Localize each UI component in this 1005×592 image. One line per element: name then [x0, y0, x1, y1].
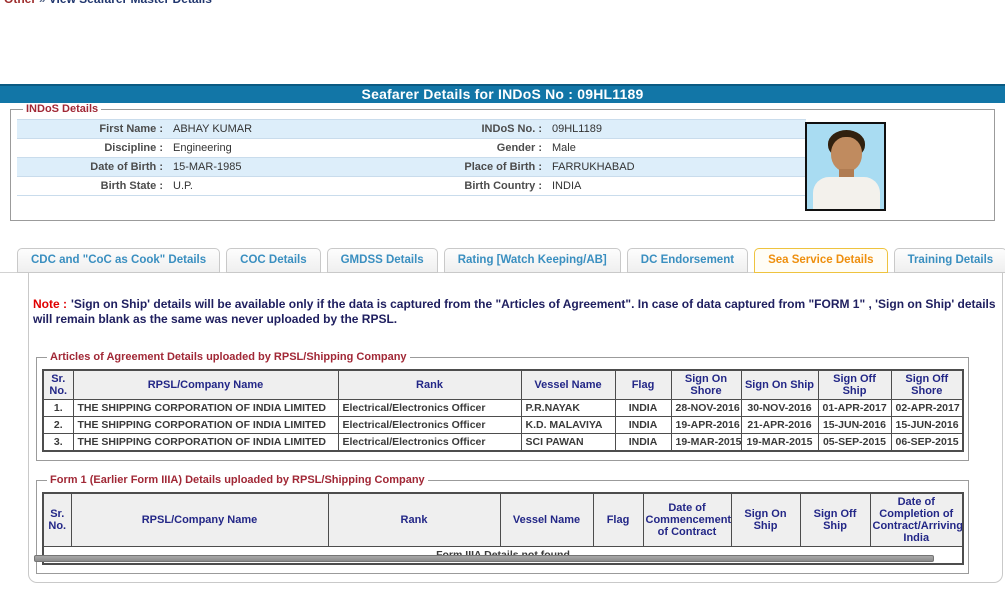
- col-sign-off-shore: Sign Off Shore: [890, 369, 964, 400]
- cell-sign-off-ship: 01-APR-2017: [817, 399, 892, 417]
- indos-no-label: INDoS No. :: [481, 123, 543, 135]
- photo-face: [831, 137, 862, 172]
- breadcrumb-section[interactable]: Other: [4, 0, 36, 6]
- indos-details-grid: First Name : ABHAY KUMAR INDoS No. : 09H…: [17, 119, 806, 196]
- place-of-birth-label: Place of Birth :: [464, 161, 542, 173]
- tab-content-panel: Note : 'Sign on Ship' details will be ava…: [28, 273, 1003, 583]
- col-sign-on-shore: Sign On Shore: [670, 369, 742, 400]
- first-name-value: ABHAY KUMAR: [173, 123, 253, 135]
- articles-of-agreement-section: Articles of Agreement Details uploaded b…: [36, 351, 969, 461]
- cell-sign-on-shore: 19-APR-2016: [670, 416, 742, 434]
- col-date-of-completion: Date of Completion of Contract/Arriving …: [869, 492, 964, 547]
- cell-rank: Electrical/Electronics Officer: [337, 433, 522, 452]
- tab-cdc-coc-as-cook-details[interactable]: CDC and "CoC as Cook" Details: [17, 248, 221, 273]
- articles-legend: Articles of Agreement Details uploaded b…: [50, 351, 407, 363]
- cell-sign-off-shore: 15-JUN-2016: [890, 416, 964, 434]
- cell-flag: INDIA: [614, 416, 672, 434]
- date-of-birth-label: Date of Birth :: [90, 161, 163, 173]
- cell-sign-on-ship: 30-NOV-2016: [740, 399, 819, 417]
- col-sign-on-ship: Sign On Ship: [740, 369, 819, 400]
- cell-sr-no: 1.: [42, 399, 74, 417]
- cell-company: THE SHIPPING CORPORATION OF INDIA LIMITE…: [72, 416, 339, 434]
- col-rank: Rank: [337, 369, 522, 400]
- cell-sign-off-ship: 15-JUN-2016: [817, 416, 892, 434]
- articles-row-1: 1. THE SHIPPING CORPORATION OF INDIA LIM…: [42, 399, 964, 417]
- breadcrumb-current: View Seafarer Master Details: [49, 0, 212, 6]
- cell-sign-on-ship: 19-MAR-2015: [740, 433, 819, 452]
- form1-legend: Form 1 (Earlier Form IIIA) Details uploa…: [50, 474, 425, 486]
- tab-rating-watch-keeping-ab[interactable]: Rating [Watch Keeping/AB]: [443, 248, 621, 273]
- col-rpsl-company-name: RPSL/Company Name: [70, 492, 329, 547]
- cell-sign-off-shore: 06-SEP-2015: [890, 433, 964, 452]
- col-sign-off-ship: Sign Off Ship: [817, 369, 892, 400]
- indos-no-value: 09HL1189: [552, 123, 602, 135]
- cell-sr-no: 3.: [42, 433, 74, 452]
- cell-flag: INDIA: [614, 399, 672, 417]
- tab-dc-endorsement[interactable]: DC Endorsement: [626, 248, 749, 273]
- indos-row-1: First Name : ABHAY KUMAR INDoS No. : 09H…: [17, 120, 806, 139]
- cell-flag: INDIA: [614, 433, 672, 452]
- birth-state-value: U.P.: [173, 180, 193, 192]
- note-prefix: Note :: [33, 297, 67, 311]
- photo-shirt: [813, 177, 880, 209]
- place-of-birth-value: FARRUKHABAD: [552, 161, 635, 173]
- col-vessel-name: Vessel Name: [520, 369, 616, 400]
- cell-sign-off-shore: 02-APR-2017: [890, 399, 964, 417]
- tab-sea-service-details[interactable]: Sea Service Details: [754, 248, 888, 273]
- note-text: Note : 'Sign on Ship' details will be ava…: [33, 297, 996, 327]
- col-rank: Rank: [327, 492, 501, 547]
- col-sign-off-ship: Sign Off Ship: [799, 492, 871, 547]
- indos-row-3: Date of Birth : 15-MAR-1985 Place of Bir…: [17, 158, 806, 177]
- col-vessel-name: Vessel Name: [499, 492, 594, 547]
- cell-rank: Electrical/Electronics Officer: [337, 416, 522, 434]
- breadcrumb-separator: »: [39, 0, 46, 6]
- articles-header-row: Sr. No. RPSL/Company Name Rank Vessel Na…: [42, 369, 964, 400]
- indos-row-2: Discipline : Engineering Gender : Male: [17, 139, 806, 158]
- gender-value: Male: [552, 142, 576, 154]
- cell-rank: Electrical/Electronics Officer: [337, 399, 522, 417]
- col-date-of-commencement: Date of Commencement of Contract: [642, 492, 732, 547]
- col-sr-no: Sr. No.: [42, 492, 72, 547]
- col-rpsl-company-name: RPSL/Company Name: [72, 369, 339, 400]
- cell-company: THE SHIPPING CORPORATION OF INDIA LIMITE…: [72, 399, 339, 417]
- cell-sign-off-ship: 05-SEP-2015: [817, 433, 892, 452]
- birth-country-label: Birth Country :: [464, 180, 542, 192]
- discipline-label: Discipline :: [104, 142, 163, 154]
- cell-sign-on-shore: 28-NOV-2016: [670, 399, 742, 417]
- form1-header-row: Sr. No. RPSL/Company Name Rank Vessel Na…: [42, 492, 964, 547]
- birth-state-label: Birth State :: [100, 180, 163, 192]
- col-sign-on-ship: Sign On Ship: [730, 492, 801, 547]
- tab-gmdss-details[interactable]: GMDSS Details: [326, 248, 438, 273]
- indos-row-4: Birth State : U.P. Birth Country : INDIA: [17, 177, 806, 196]
- cell-company: THE SHIPPING CORPORATION OF INDIA LIMITE…: [72, 433, 339, 452]
- cell-sign-on-ship: 21-APR-2016: [740, 416, 819, 434]
- articles-table: Sr. No. RPSL/Company Name Rank Vessel Na…: [42, 369, 964, 452]
- note-body: 'Sign on Ship' details will be available…: [33, 297, 996, 326]
- discipline-value: Engineering: [173, 142, 232, 154]
- cell-vessel: P.R.NAYAK: [520, 399, 616, 417]
- horizontal-scrollbar[interactable]: [34, 555, 934, 562]
- cell-vessel: SCI PAWAN: [520, 433, 616, 452]
- articles-row-3: 3. THE SHIPPING CORPORATION OF INDIA LIM…: [42, 433, 964, 452]
- cell-sign-on-shore: 19-MAR-2015: [670, 433, 742, 452]
- seafarer-photo: [805, 122, 886, 211]
- cell-vessel: K.D. MALAVIYA: [520, 416, 616, 434]
- breadcrumb: Other»View Seafarer Master Details: [4, 0, 212, 6]
- date-of-birth-value: 15-MAR-1985: [173, 161, 242, 173]
- tab-coc-details[interactable]: COC Details: [226, 248, 321, 273]
- seafarer-details-page: Other»View Seafarer Master Details Seafa…: [0, 0, 1005, 592]
- col-flag: Flag: [592, 492, 644, 547]
- tab-training-details[interactable]: Training Details: [893, 248, 1005, 273]
- gender-label: Gender :: [496, 142, 542, 154]
- page-title: Seafarer Details for INDoS No : 09HL1189: [361, 86, 644, 102]
- col-sr-no: Sr. No.: [42, 369, 74, 400]
- birth-country-value: INDIA: [552, 180, 582, 192]
- tab-bar: CDC and "CoC as Cook" Details COC Detail…: [17, 248, 1005, 273]
- articles-row-2: 2. THE SHIPPING CORPORATION OF INDIA LIM…: [42, 416, 964, 434]
- cell-sr-no: 2.: [42, 416, 74, 434]
- page-title-bar: Seafarer Details for INDoS No : 09HL1189: [0, 84, 1005, 103]
- indos-details-legend: INDoS Details: [26, 103, 99, 115]
- col-flag: Flag: [614, 369, 672, 400]
- first-name-label: First Name :: [99, 123, 163, 135]
